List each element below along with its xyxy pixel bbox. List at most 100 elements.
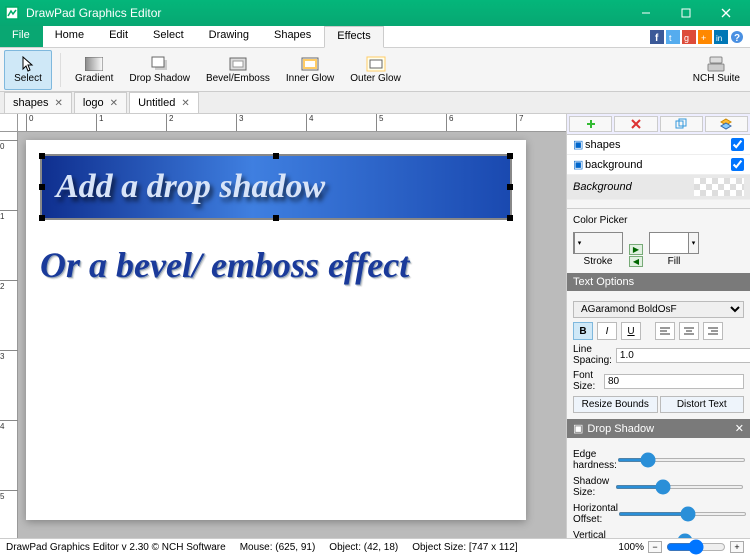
- menu-effects[interactable]: Effects: [324, 26, 383, 48]
- edge-hardness-slider[interactable]: [617, 458, 746, 462]
- close-icon[interactable]: ✕: [54, 98, 62, 109]
- resize-handle[interactable]: [273, 153, 279, 159]
- align-center-button[interactable]: [679, 322, 699, 340]
- status-mouse: Mouse: (625, 91): [240, 542, 316, 553]
- align-right-button[interactable]: [703, 322, 723, 340]
- chevron-down-icon[interactable]: ▾: [688, 233, 698, 253]
- menu-drawing[interactable]: Drawing: [197, 26, 262, 47]
- menu-file[interactable]: File: [0, 26, 43, 47]
- resize-bounds-button[interactable]: Resize Bounds: [573, 396, 658, 413]
- fill-color-preview: [650, 233, 688, 253]
- font-size-input[interactable]: [604, 374, 744, 389]
- underline-button[interactable]: U: [621, 322, 641, 340]
- chevron-down-icon[interactable]: ▾: [574, 233, 584, 253]
- resize-handle[interactable]: [507, 184, 513, 190]
- tool-gradient-label: Gradient: [75, 73, 113, 84]
- expand-icon[interactable]: ▣: [573, 138, 585, 151]
- menu-select[interactable]: Select: [141, 26, 197, 47]
- resize-handle[interactable]: [39, 215, 45, 221]
- shadow-size-label: Shadow Size:: [573, 476, 615, 498]
- tab-label: logo: [83, 97, 104, 109]
- tab-untitled[interactable]: Untitled✕: [129, 92, 199, 113]
- share-icon[interactable]: +: [698, 30, 712, 44]
- background-row[interactable]: Background: [567, 175, 750, 200]
- tab-logo[interactable]: logo ✕: [74, 92, 127, 113]
- shadow-size-slider[interactable]: [615, 485, 744, 489]
- nch-suite-button[interactable]: NCH Suite: [687, 50, 746, 90]
- fill-label: Fill: [668, 256, 681, 267]
- banner-shape[interactable]: Add a drop shadow: [40, 154, 512, 220]
- align-left-button[interactable]: [655, 322, 675, 340]
- swap-right-button[interactable]: ▶: [629, 244, 643, 255]
- tool-outer-glow-label: Outer Glow: [350, 73, 401, 84]
- fill-swatch: ▾ Fill: [649, 232, 699, 267]
- bold-button[interactable]: B: [573, 322, 593, 340]
- horizontal-ruler: 01234567: [18, 114, 566, 132]
- resize-handle[interactable]: [507, 153, 513, 159]
- color-picker-title: Color Picker: [573, 215, 744, 226]
- tool-drop-shadow[interactable]: Drop Shadow: [123, 50, 196, 90]
- tool-inner-glow[interactable]: Inner Glow: [280, 50, 340, 90]
- layer-order-button[interactable]: [705, 116, 748, 132]
- fill-color-button[interactable]: ▾: [649, 232, 699, 254]
- swap-arrows: ▶ ◀: [629, 244, 643, 267]
- resize-handle[interactable]: [507, 215, 513, 221]
- close-icon[interactable]: ✕: [110, 98, 118, 109]
- tool-gradient[interactable]: Gradient: [69, 50, 119, 90]
- canvas-area[interactable]: 01234567 012345 Add a drop shadow Or a b…: [0, 114, 566, 538]
- layer-visible-toggle[interactable]: [731, 138, 744, 151]
- maximize-button[interactable]: [666, 1, 706, 25]
- resize-handle[interactable]: [39, 184, 45, 190]
- resize-handle[interactable]: [273, 215, 279, 221]
- resize-handle[interactable]: [39, 153, 45, 159]
- menu-shapes[interactable]: Shapes: [262, 26, 324, 47]
- bevel-text[interactable]: Or a bevel/ emboss effect: [40, 240, 510, 290]
- background-label: Background: [573, 181, 632, 193]
- layer-visible-toggle[interactable]: [731, 158, 744, 171]
- zoom-value: 100%: [618, 542, 644, 553]
- tool-drop-shadow-label: Drop Shadow: [129, 73, 190, 84]
- delete-layer-button[interactable]: [614, 116, 657, 132]
- minimize-button[interactable]: [626, 1, 666, 25]
- close-icon[interactable]: ✕: [181, 98, 189, 109]
- line-spacing-input[interactable]: [616, 348, 750, 363]
- zoom-slider[interactable]: [666, 539, 726, 555]
- linkedin-icon[interactable]: in: [714, 30, 728, 44]
- stroke-color-button[interactable]: ▾: [573, 232, 623, 254]
- horizontal-offset-slider[interactable]: [618, 512, 747, 516]
- italic-button[interactable]: I: [597, 322, 617, 340]
- layer-list: ▣shapes ▣background Background: [567, 135, 750, 200]
- panel-title: Drop Shadow: [587, 423, 654, 435]
- status-bar: DrawPad Graphics Editor v 2.30 © NCH Sof…: [0, 538, 750, 555]
- tool-select-label: Select: [14, 73, 42, 84]
- tool-outer-glow[interactable]: Outer Glow: [344, 50, 407, 90]
- close-icon[interactable]: ✕: [735, 422, 744, 435]
- distort-text-button[interactable]: Distort Text: [660, 396, 745, 413]
- menu-edit[interactable]: Edit: [97, 26, 141, 47]
- zoom-out-button[interactable]: −: [648, 541, 662, 553]
- svg-text:?: ?: [734, 33, 740, 44]
- tool-bevel[interactable]: Bevel/Emboss: [200, 50, 276, 90]
- add-layer-button[interactable]: [569, 116, 612, 132]
- canvas[interactable]: Add a drop shadow Or a bevel/ emboss eff…: [26, 140, 526, 520]
- font-select[interactable]: AGaramond BoldOsF: [573, 301, 744, 318]
- duplicate-layer-button[interactable]: [660, 116, 703, 132]
- tool-select[interactable]: Select: [4, 50, 52, 90]
- google-icon[interactable]: g: [682, 30, 696, 44]
- text-options-header[interactable]: Text Options: [567, 273, 750, 291]
- expand-icon[interactable]: ▣: [573, 158, 585, 171]
- drop-shadow-header[interactable]: ▣ Drop Shadow ✕: [567, 419, 750, 438]
- layer-row[interactable]: ▣background: [567, 155, 750, 175]
- collapse-icon[interactable]: ▣: [573, 422, 583, 435]
- help-icon[interactable]: ?: [730, 30, 744, 44]
- app-logo-icon: [4, 5, 20, 21]
- twitter-icon[interactable]: t: [666, 30, 680, 44]
- zoom-in-button[interactable]: +: [730, 541, 744, 553]
- layer-row[interactable]: ▣shapes: [567, 135, 750, 155]
- facebook-icon[interactable]: f: [650, 30, 664, 44]
- tab-shapes[interactable]: shapes✕: [4, 92, 72, 113]
- menu-home[interactable]: Home: [43, 26, 97, 47]
- swap-left-button[interactable]: ◀: [629, 256, 643, 267]
- close-button[interactable]: [706, 1, 746, 25]
- menu-bar: File Home Edit Select Drawing Shapes Eff…: [0, 26, 750, 48]
